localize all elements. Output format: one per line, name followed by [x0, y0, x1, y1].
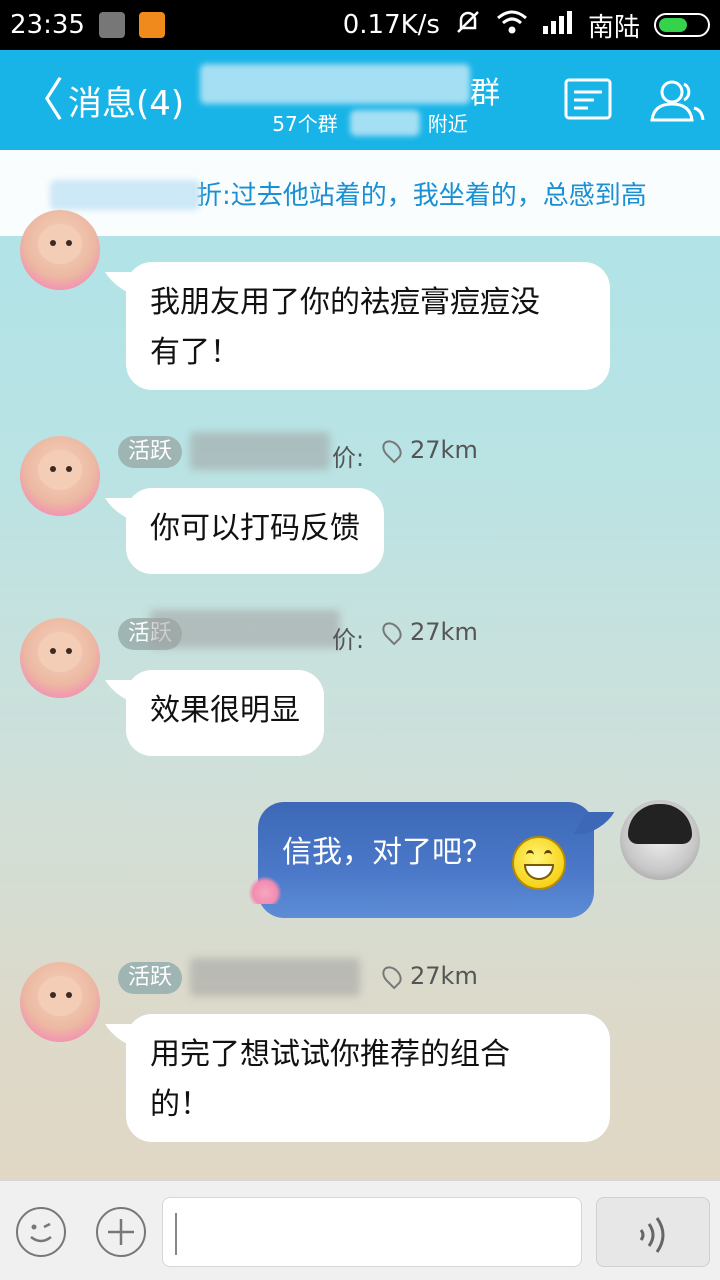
- group-info-icon[interactable]: [564, 78, 614, 124]
- avatar-eye: [66, 466, 72, 472]
- message-text: 效果很明显: [150, 693, 300, 728]
- my-avatar[interactable]: [620, 800, 700, 880]
- avatar-eye: [50, 240, 56, 246]
- emoji-button[interactable]: [16, 1207, 66, 1257]
- chat-header: 〈 消息(4) 群 57个群 附近: [0, 50, 720, 150]
- sender-avatar[interactable]: [20, 618, 100, 698]
- status-bar: 23:35 0.17K/s 南陆: [0, 0, 720, 50]
- smiley-icon: [30, 1222, 52, 1243]
- back-label: 消息(4): [68, 83, 185, 124]
- active-badge: 活跃: [118, 962, 183, 994]
- sender-name-tail: 价:: [332, 444, 365, 472]
- emoji-eye: [526, 850, 534, 860]
- message-text-line: 我朋友用了你的祛痘膏痘痘没: [150, 285, 540, 320]
- message-bubble[interactable]: 我朋友用了你的祛痘膏痘痘没 有了！: [126, 262, 610, 390]
- active-badge: 活跃: [118, 436, 183, 468]
- emoji-mouth: [524, 864, 554, 880]
- uc-browser-icon: [138, 12, 165, 38]
- distance-label: 27km: [378, 618, 478, 646]
- battery-icon: [654, 13, 710, 37]
- avatar-eye: [50, 992, 56, 998]
- group-title-suffix: 群: [470, 76, 500, 111]
- distance-label: 27km: [378, 436, 478, 464]
- sender-name-redaction: [190, 432, 330, 470]
- avatar-hair: [628, 804, 692, 844]
- message-bubble[interactable]: 你可以打码反馈: [126, 488, 384, 574]
- status-right: 0.17K/s 南陆: [343, 7, 710, 44]
- distance-value: 27km: [410, 962, 478, 990]
- location-pin-icon: [378, 436, 406, 464]
- avatar-face: [38, 976, 82, 1016]
- voice-wave-icon: [639, 1216, 665, 1253]
- avatar-eye: [66, 240, 72, 246]
- wifi-icon: [496, 9, 528, 42]
- distance-value: 27km: [410, 436, 478, 464]
- grinning-emoji-icon: [512, 836, 566, 890]
- subtitle-prefix: 57个群: [272, 112, 338, 136]
- subtitle-redaction: [350, 110, 420, 136]
- avatar-eye: [66, 648, 72, 654]
- voice-button[interactable]: [596, 1197, 710, 1267]
- plus-icon: [108, 1219, 134, 1245]
- signal-icon: [542, 10, 574, 41]
- more-plus-button[interactable]: [96, 1207, 146, 1257]
- group-members-icon[interactable]: [648, 78, 706, 124]
- avatar-eye: [50, 466, 56, 472]
- message-text-line: 用完了想试试你推荐的组合: [150, 1037, 510, 1072]
- mute-bell-icon: [454, 8, 482, 43]
- sender-name-redaction: [190, 958, 360, 996]
- network-speed: 0.17K/s: [342, 10, 440, 40]
- sender-avatar[interactable]: [20, 436, 100, 516]
- sender-avatar[interactable]: [20, 210, 100, 290]
- avatar-face: [38, 224, 82, 264]
- carrier-name: 南陆: [587, 12, 640, 43]
- emoji-eye: [544, 850, 552, 860]
- status-time: 23:35: [10, 10, 85, 40]
- sender-name-tail: 价:: [332, 626, 365, 654]
- lotus-decoration-icon: [248, 876, 282, 904]
- avatar-eye: [50, 648, 56, 654]
- distance-label: 27km: [378, 962, 478, 990]
- chevron-left-icon: 〈: [18, 73, 64, 127]
- avatar-face: [38, 450, 82, 490]
- location-pin-icon: [378, 962, 406, 990]
- message-bubble[interactable]: 用完了想试试你推荐的组合 的！: [126, 1014, 610, 1142]
- announcement-text: 折:过去他站着的，我坐着的，总感到高: [196, 180, 647, 211]
- sender-name-redaction: [150, 610, 340, 648]
- sender-avatar[interactable]: [20, 962, 100, 1042]
- input-caret: [175, 1213, 177, 1255]
- message-text: 你可以打码反馈: [150, 511, 360, 546]
- message-text-line: 的！: [150, 1087, 210, 1122]
- avatar-eye: [66, 992, 72, 998]
- distance-value: 27km: [410, 618, 478, 646]
- message-input[interactable]: [162, 1197, 582, 1267]
- subtitle-suffix: 附近: [427, 112, 468, 136]
- input-bar: [0, 1180, 720, 1280]
- location-pin-icon: [378, 618, 406, 646]
- message-text: 信我，对了吧？: [282, 835, 492, 870]
- app-notification-icon: [98, 12, 125, 38]
- title-redaction: [200, 64, 470, 104]
- message-text-line: 有了！: [150, 335, 240, 370]
- avatar-face: [38, 632, 82, 672]
- message-bubble[interactable]: 效果很明显: [126, 670, 324, 756]
- back-button[interactable]: 〈 消息(4): [18, 72, 184, 128]
- announcement-redaction: [50, 180, 200, 210]
